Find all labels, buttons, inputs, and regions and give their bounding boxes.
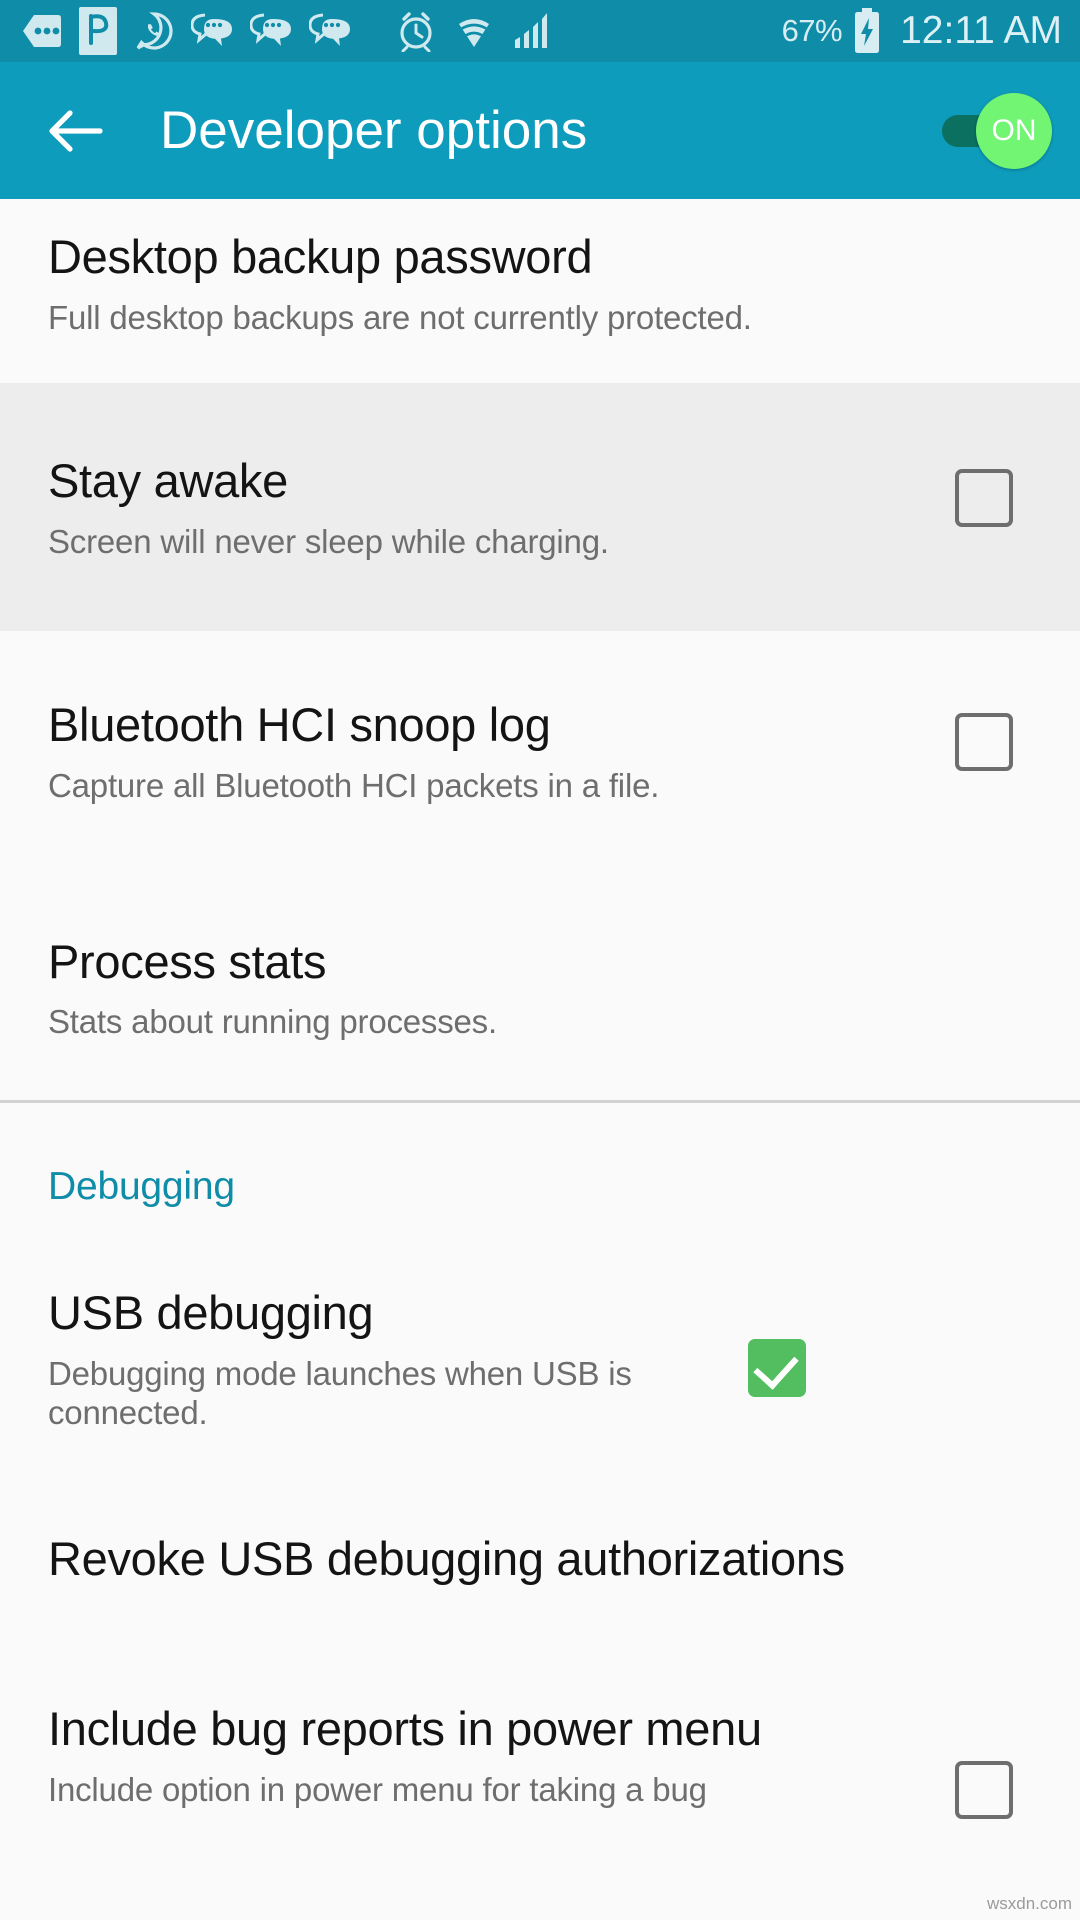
developer-options-master-toggle[interactable]: ON	[932, 90, 1052, 172]
toggle-thumb: ON	[976, 92, 1052, 169]
messages-dots-icon	[22, 14, 62, 48]
status-bar: 67% 12:11 AM	[0, 0, 1080, 62]
setting-title: Stay awake	[48, 454, 288, 508]
setting-title: Process stats	[48, 934, 327, 988]
setting-row-include-bug-reports-in-power-menu[interactable]: Include bug reports in power menu Includ…	[0, 1641, 1080, 1820]
stay-awake-checkbox[interactable]	[955, 469, 1013, 528]
setting-subtitle: Debugging mode launches when USB is conn…	[48, 1354, 632, 1432]
setting-title: Bluetooth HCI snoop log	[48, 698, 551, 752]
section-header-debugging: Debugging	[48, 1164, 235, 1208]
setting-subtitle: Stats about running processes.	[48, 1003, 497, 1041]
row-text-block: Bluetooth HCI snoop log Capture all Blue…	[48, 699, 955, 805]
bluetooth-hci-snoop-log-checkbox[interactable]	[955, 713, 1013, 772]
battery-charging-icon	[852, 8, 882, 54]
row-control-slot	[955, 699, 1080, 772]
setting-title: Revoke USB debugging authorizations	[48, 1531, 845, 1585]
alarm-clock-icon	[396, 10, 436, 52]
row-text-block: Include bug reports in power menu Includ…	[48, 1703, 955, 1809]
setting-row-process-stats[interactable]: Process stats Stats about running proces…	[0, 863, 1080, 1100]
status-bar-notification-icons	[22, 7, 782, 55]
chat-bubble-icon-2	[250, 13, 292, 49]
page-title: Developer options	[160, 101, 588, 160]
wifi-icon	[453, 11, 495, 51]
setting-subtitle: Include option in power menu for taking …	[48, 1770, 707, 1808]
app-bar: Developer options ON	[0, 62, 1080, 199]
row-control-slot	[955, 1703, 1080, 1820]
watermark: wsxdn.com	[986, 1894, 1072, 1913]
row-text-block: Process stats Stats about running proces…	[48, 934, 955, 1042]
setting-row-desktop-backup-password[interactable]: Desktop backup password Full desktop bac…	[0, 199, 1080, 384]
setting-row-bluetooth-hci-snoop-log[interactable]: Bluetooth HCI snoop log Capture all Blue…	[0, 631, 1080, 864]
row-text-block: Revoke USB debugging authorizations	[48, 1531, 955, 1586]
battery-percent-label: 67%	[781, 13, 843, 48]
setting-row-usb-debugging[interactable]: USB debugging Debugging mode launches wh…	[0, 1208, 1080, 1473]
setting-subtitle: Capture all Bluetooth HCI packets in a f…	[48, 767, 660, 805]
usb-debugging-checkbox[interactable]	[748, 1338, 806, 1397]
setting-title: Desktop backup password	[48, 230, 593, 283]
setting-subtitle: Full desktop backups are not currently p…	[48, 298, 752, 336]
row-control-slot	[748, 1287, 873, 1397]
toggle-state-label: ON	[991, 113, 1037, 147]
status-bar-clock: 12:11 AM	[900, 9, 1062, 52]
back-arrow-icon[interactable]	[44, 98, 110, 164]
settings-list: Desktop backup password Full desktop bac…	[0, 199, 1080, 1820]
cellular-signal-icon	[512, 11, 552, 51]
row-text-block: Stay awake Screen will never sleep while…	[48, 455, 955, 561]
row-control-slot	[955, 455, 1080, 528]
pushbullet-icon	[79, 7, 117, 55]
status-bar-system-info: 67% 12:11 AM	[782, 8, 1062, 54]
whatsapp-icon	[134, 11, 174, 51]
setting-title: Include bug reports in power menu	[48, 1702, 762, 1756]
row-text-block: Desktop backup password Full desktop bac…	[48, 230, 955, 337]
developer-options-screen: 67% 12:11 AM Developer options ON Deskto…	[0, 0, 1080, 1920]
setting-subtitle: Screen will never sleep while charging.	[48, 522, 609, 560]
include-bug-reports-checkbox[interactable]	[955, 1761, 1013, 1820]
setting-title: USB debugging	[48, 1285, 374, 1339]
setting-row-stay-awake[interactable]: Stay awake Screen will never sleep while…	[0, 383, 1080, 632]
chat-bubble-icon-1	[191, 13, 233, 49]
chat-bubble-icon-3	[309, 13, 351, 49]
row-text-block: USB debugging Debugging mode launches wh…	[48, 1285, 748, 1433]
setting-row-revoke-usb-debugging-authorizations[interactable]: Revoke USB debugging authorizations	[0, 1472, 1080, 1642]
